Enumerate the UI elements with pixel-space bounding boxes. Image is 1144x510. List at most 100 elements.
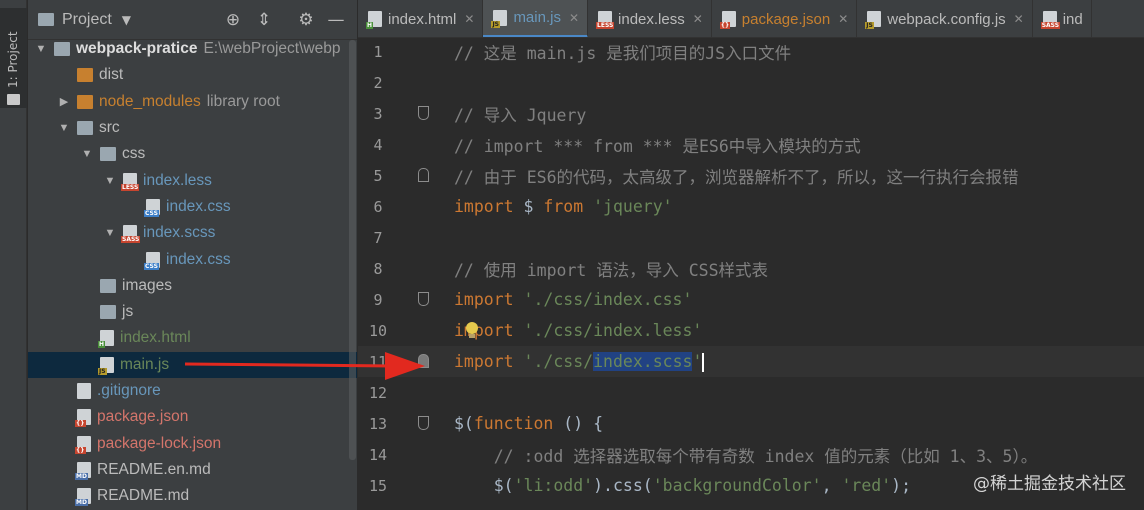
gear-icon[interactable]: ⚙	[296, 10, 316, 30]
scrollbar[interactable]	[349, 40, 356, 460]
code-area[interactable]: 1 // 这是 main.js 是我们项目的JS入口文件 2 3 // 导入 Jquer…	[358, 36, 1144, 501]
tree-item[interactable]: ▶MDREADME.en.md	[28, 457, 357, 483]
close-icon[interactable]: ✕	[1014, 12, 1024, 26]
json-file-icon: {}	[719, 11, 736, 29]
tree-item[interactable]: ▼ src	[28, 115, 357, 141]
locate-icon[interactable]: ⊕	[223, 10, 243, 30]
editor-tab[interactable]: Hindex.html ✕	[358, 0, 484, 37]
line-number: 6	[373, 197, 383, 216]
fold-marker-icon[interactable]	[418, 168, 429, 182]
tree-item-hint: library root	[206, 92, 280, 110]
code-line[interactable]: 3 // 导入 Jquery	[358, 98, 1144, 129]
line-number: 3	[373, 104, 383, 123]
code-token: 'li:odd'	[513, 476, 594, 495]
close-icon[interactable]: ✕	[464, 12, 474, 26]
tree-item-label: js	[122, 303, 134, 321]
code-line[interactable]: 14 // :odd 选择器选取每个带有奇数 index 值的元素（比如 1、3…	[358, 439, 1144, 470]
code-line[interactable]: 13 $(function () {	[358, 408, 1144, 439]
code-line[interactable]: 9 import './css/index.css'	[358, 284, 1144, 315]
code-line[interactable]: 12	[358, 377, 1144, 408]
html-file-icon: H	[98, 330, 114, 349]
close-icon[interactable]: ✕	[838, 12, 848, 26]
project-tool-tab[interactable]: 1: Project	[0, 8, 27, 108]
code-token: // :odd 选择器选取每个带有奇数 index 值的元素（比如 1、3、5）…	[454, 446, 1038, 466]
close-icon[interactable]: ✕	[569, 11, 579, 25]
fold-marker-icon[interactable]	[418, 106, 429, 120]
chevron-down-icon[interactable]: ▼	[122, 13, 131, 27]
chevron-down-icon[interactable]: ▼	[103, 175, 117, 187]
line-number: 2	[373, 73, 383, 92]
code-line[interactable]: 4 // import *** from *** 是ES6中导入模块的方式	[358, 129, 1144, 160]
tree-item[interactable]: ▶{}package-lock.json	[28, 430, 357, 456]
code-token: import	[454, 197, 514, 216]
fold-marker-icon[interactable]	[418, 416, 429, 430]
code-line[interactable]: 11 import './css/index.scss'	[358, 346, 1144, 377]
editor-tab-label: webpack.config.js	[887, 10, 1006, 28]
gutter	[398, 408, 454, 439]
tree-item[interactable]: ▶ node_modules library root	[28, 89, 357, 115]
collapse-icon[interactable]: ⇕	[254, 10, 274, 30]
code-line[interactable]: 2	[358, 67, 1144, 98]
code-text: // 这是 main.js 是我们项目的JS入口文件	[454, 40, 791, 64]
tree-item[interactable]: ▶{}package.json	[28, 404, 357, 430]
editor-tab[interactable]: JS webpack.config.js ✕	[857, 0, 1033, 37]
folder-icon	[100, 278, 116, 293]
code-token: // 由于 ES6的代码，太高级了，浏览器解析不了，所以，这一行执行会报错	[454, 167, 1019, 187]
gutter	[398, 67, 454, 98]
text-caret	[702, 352, 705, 372]
editor-tab[interactable]: {} package.json ✕	[712, 0, 858, 37]
code-token: 'backgroundColor'	[652, 476, 822, 495]
tree-item[interactable]: ▼ SASS index.scss	[28, 220, 357, 246]
code-token: import	[454, 321, 514, 340]
code-line[interactable]: 5 // 由于 ES6的代码，太高级了，浏览器解析不了，所以，这一行执行会报错	[358, 160, 1144, 191]
chevron-down-icon[interactable]: ▼	[57, 122, 71, 134]
editor-tab-label: main.js	[513, 9, 561, 26]
code-token: () {	[553, 414, 604, 433]
tree-item[interactable]: ▶CSSindex.css	[28, 246, 357, 272]
chevron-down-icon[interactable]: ▼	[80, 148, 94, 160]
code-editor[interactable]: Hindex.html ✕ JS main.js ✕ LESS index.less ✕ {} p…	[358, 0, 1144, 510]
gutter	[398, 129, 454, 160]
chevron-down-icon[interactable]: ▼	[103, 227, 117, 239]
lightbulb-icon[interactable]	[465, 322, 479, 340]
tree-item-label: images	[122, 276, 172, 294]
code-text: // 由于 ES6的代码，太高级了，浏览器解析不了，所以，这一行执行会报错	[454, 164, 1019, 188]
folder-icon	[77, 68, 93, 83]
code-token: $(	[454, 414, 474, 433]
tree-item[interactable]: ▼ css	[28, 141, 357, 167]
project-title[interactable]: Project	[62, 11, 112, 29]
project-tool-label: 1: Project	[6, 31, 20, 88]
editor-tab[interactable]: LESS index.less ✕	[588, 0, 712, 37]
tree-item[interactable]: ▼ webpack-pratice E:\webProject\webp	[28, 36, 357, 62]
code-token: '	[692, 351, 703, 371]
chevron-right-icon[interactable]: ▶	[57, 95, 71, 108]
editor-tab[interactable]: JS main.js ✕	[483, 0, 589, 37]
html-file-icon: H	[366, 11, 382, 29]
tree-item[interactable]: ▶js	[28, 299, 357, 325]
code-line[interactable]: 8 // 使用 import 语法，导入 CSS样式表	[358, 253, 1144, 284]
editor-tab[interactable]: SASS ind	[1033, 0, 1092, 37]
chevron-down-icon[interactable]: ▼	[34, 43, 48, 55]
gutter	[398, 222, 454, 253]
tree-item[interactable]: ▼ LESS index.less	[28, 167, 357, 193]
hide-icon[interactable]: —	[326, 10, 346, 30]
code-token: import	[454, 290, 514, 309]
fold-marker-icon[interactable]	[418, 292, 429, 306]
code-line[interactable]: 7	[358, 222, 1144, 253]
tree-item[interactable]: ▶CSSindex.css	[28, 194, 357, 220]
code-line[interactable]: 1 // 这是 main.js 是我们项目的JS入口文件	[358, 36, 1144, 67]
tree-item[interactable]: ▶images	[28, 273, 357, 299]
close-icon[interactable]: ✕	[693, 12, 703, 26]
line-number: 1	[373, 42, 383, 61]
tree-item[interactable]: ▶MDREADME.md	[28, 483, 357, 509]
gutter	[398, 439, 454, 470]
tree-item-label: README.en.md	[97, 460, 211, 478]
tree-item[interactable]: ▶dist	[28, 62, 357, 88]
line-number: 13	[368, 414, 388, 433]
json-file-icon: {}	[75, 409, 91, 428]
code-token: index.scss	[593, 351, 693, 371]
js-file-icon: JS	[491, 9, 508, 28]
code-line[interactable]: 6 import $ from 'jquery'	[358, 191, 1144, 222]
code-text: import './css/index.css'	[454, 290, 692, 309]
